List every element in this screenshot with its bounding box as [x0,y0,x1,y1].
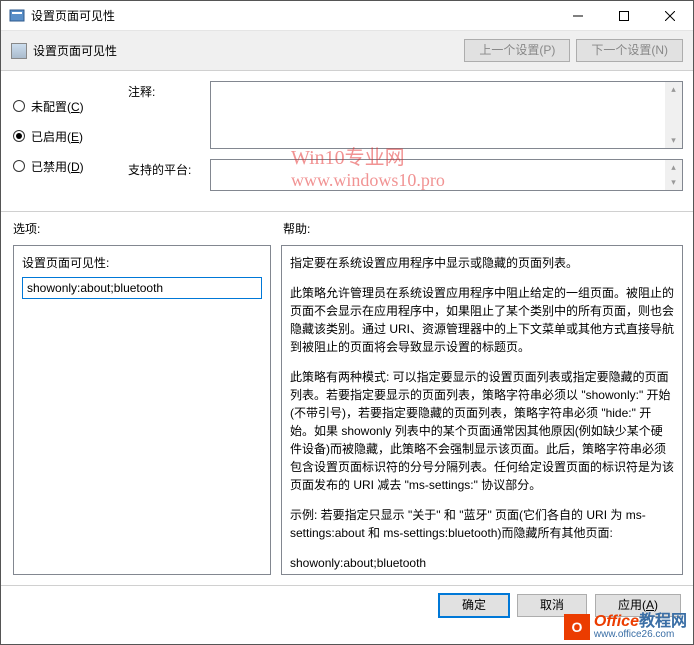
next-setting-button[interactable]: 下一个设置(N) [576,39,683,62]
toolbar: 设置页面可见性 上一个设置(P) 下一个设置(N) [1,31,693,71]
radio-icon [13,100,25,112]
fields-column: 注释: ▴▾ 支持的平台: ▴▾ [128,81,683,201]
platform-row: 支持的平台: ▴▾ [128,159,683,191]
lower-panes: 设置页面可见性: 指定要在系统设置应用程序中显示或隐藏的页面列表。 此策略允许管… [1,245,693,585]
visibility-label: 设置页面可见性: [22,254,262,271]
comment-row: 注释: ▴▾ [128,81,683,149]
window-title: 设置页面可见性 [31,7,555,24]
app-icon [9,8,25,24]
help-text: 指定要在系统设置应用程序中显示或隐藏的页面列表。 [290,254,674,272]
toolbar-label: 设置页面可见性 [33,42,458,59]
help-text: 此策略有两种模式: 可以指定要显示的设置页面列表或指定要隐藏的页面列表。若要指定… [290,368,674,494]
visibility-input[interactable] [22,277,262,299]
previous-setting-button[interactable]: 上一个设置(P) [464,39,570,62]
button-row: 确定 取消 应用(A) [1,585,693,625]
help-text: 此策略允许管理员在系统设置应用程序中阻止给定的一组页面。被阻止的页面不会显示在应… [290,284,674,356]
scrollbar[interactable]: ▴▾ [665,160,682,190]
ok-button[interactable]: 确定 [439,594,509,617]
policy-icon [11,43,27,59]
radio-not-configured[interactable]: 未配置(C) [13,91,128,121]
maximize-button[interactable] [601,1,647,30]
window-controls [555,1,693,30]
help-text: 示例: 若要指定只显示 "关于" 和 "蓝牙" 页面(它们各自的 URI 为 m… [290,506,674,542]
help-label: 帮助: [283,220,310,237]
radio-disabled[interactable]: 已禁用(D) [13,151,128,181]
radio-label: 已启用(E) [31,128,83,145]
radio-icon [13,130,25,142]
platform-label: 支持的平台: [128,159,210,191]
scrollbar[interactable]: ▴▾ [665,82,682,148]
cancel-button[interactable]: 取消 [517,594,587,617]
options-label: 选项: [13,220,283,237]
config-area: 未配置(C) 已启用(E) 已禁用(D) 注释: ▴▾ 支持的平台: ▴▾ [1,71,693,212]
apply-button[interactable]: 应用(A) [595,594,681,617]
minimize-button[interactable] [555,1,601,30]
comment-input[interactable]: ▴▾ [210,81,683,149]
section-labels: 选项: 帮助: [1,212,693,245]
radio-label: 已禁用(D) [31,158,84,175]
radio-column: 未配置(C) 已启用(E) 已禁用(D) [13,81,128,201]
radio-label: 未配置(C) [31,98,84,115]
options-pane: 设置页面可见性: [13,245,271,575]
radio-enabled[interactable]: 已启用(E) [13,121,128,151]
help-pane[interactable]: 指定要在系统设置应用程序中显示或隐藏的页面列表。 此策略允许管理员在系统设置应用… [281,245,683,575]
platform-box: ▴▾ [210,159,683,191]
help-text: showonly:about;bluetooth [290,554,674,572]
close-button[interactable] [647,1,693,30]
comment-label: 注释: [128,81,210,149]
radio-icon [13,160,25,172]
titlebar: 设置页面可见性 [1,1,693,31]
